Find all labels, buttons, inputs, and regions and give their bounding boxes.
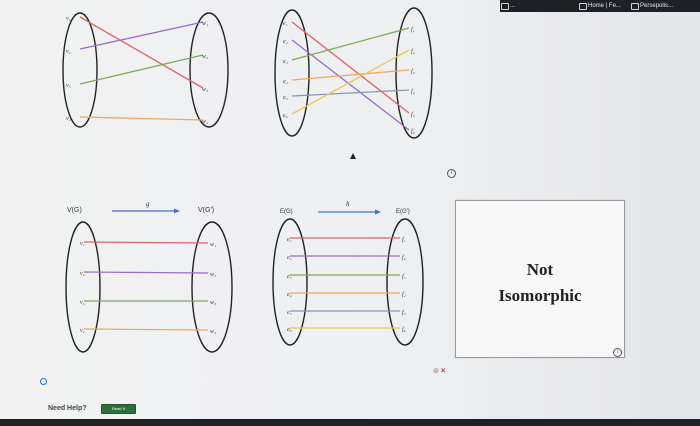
bottom-bar <box>0 419 700 426</box>
edge-label: f₁ <box>411 26 415 33</box>
vertex-label: v₂ <box>80 271 85 277</box>
info-icon[interactable]: i <box>613 348 622 357</box>
map-arrow-head <box>375 209 381 215</box>
vertex-label: v₃ <box>66 83 71 89</box>
info-icon[interactable]: i <box>447 169 456 178</box>
vertex-label: w₁ <box>202 21 208 27</box>
domain-ellipse <box>274 9 310 137</box>
edge-label: f₆ <box>402 326 406 333</box>
vertex-label: w₄ <box>210 329 216 335</box>
vertex-label: w₃ <box>210 300 216 306</box>
mapping-line <box>83 271 209 274</box>
read-it-button[interactable]: Read It <box>101 404 136 414</box>
edge-label: f₅ <box>411 111 415 118</box>
vertex-label: w₃ <box>202 87 208 93</box>
mouse-cursor-icon <box>350 153 356 159</box>
domain-label: V(G) <box>67 207 82 214</box>
edge-label: e₅ <box>287 310 292 316</box>
edge-label: e₄ <box>287 292 292 298</box>
bottom-left-diagram: V(G) g V(G′) v₁ v₂ v₃ v₄ w₁ w₂ w₃ w₄ <box>65 200 233 353</box>
edge-label: e₄ <box>283 79 288 85</box>
mapping-line <box>291 89 410 97</box>
incorrect-x-icon: × <box>440 366 446 375</box>
edge-label: e₁ <box>287 237 292 243</box>
edge-label: f₃ <box>402 273 406 280</box>
map-label: g <box>146 200 150 208</box>
vertex-label: w₁ <box>210 242 216 248</box>
mapping-line <box>291 49 410 115</box>
mapping-line <box>291 39 410 131</box>
status-indicator-icon: ⊘ <box>433 368 439 375</box>
top-left-diagram: v₁ v₂ v₃ v₄ w₁ w₂ w₃ w₄ <box>62 12 229 128</box>
vertex-label: v₄ <box>80 328 85 334</box>
edge-label: f₂ <box>402 254 406 261</box>
edge-label: f₄ <box>411 88 415 95</box>
mapping-line <box>83 241 209 244</box>
vertex-label: v₄ <box>66 116 71 122</box>
vertex-label: v₂ <box>66 49 71 55</box>
map-arrow-head <box>174 208 180 214</box>
answer-card[interactable]: Not Isomorphic <box>456 257 624 309</box>
edge-label: e₅ <box>283 95 288 101</box>
screen: ... Home | Fe... Persepolis... v₁ v₂ v₃ … <box>0 0 700 426</box>
vertex-label: v₁ <box>80 241 85 247</box>
top-right-diagram: e₁ e₂ e₃ e₄ e₅ e₆ f₁ f₂ f₃ f₄ f₅ f₆ <box>274 7 433 139</box>
edge-label: f₂ <box>411 48 415 55</box>
edge-label: e₆ <box>287 327 292 333</box>
domain-label: E(G) <box>280 209 293 215</box>
vertex-label: w₄ <box>202 119 208 125</box>
edge-label: f₆ <box>411 128 415 135</box>
answer-dropzone[interactable]: Not Isomorphic <box>455 200 625 358</box>
vertex-label: v₃ <box>80 300 85 306</box>
edge-label: f₁ <box>402 236 406 243</box>
mapping-line <box>79 54 204 85</box>
codomain-label: E(G′) <box>396 209 410 215</box>
answer-status: ⊘ × <box>433 366 446 375</box>
edge-label: f₅ <box>402 309 406 316</box>
mapping-line <box>79 21 204 50</box>
domain-ellipse <box>62 12 98 128</box>
vertex-label: w₂ <box>210 272 216 278</box>
codomain-ellipse <box>189 12 229 128</box>
edge-label: e₂ <box>287 255 292 261</box>
vertex-label: w₂ <box>202 54 208 60</box>
edge-label: e₂ <box>283 39 288 45</box>
edge-label: e₃ <box>283 59 288 65</box>
map-label: h <box>346 200 350 208</box>
edge-label: e₁ <box>283 21 288 27</box>
question-radio-button[interactable] <box>40 378 47 385</box>
edge-label: e₃ <box>287 274 292 280</box>
codomain-label: V(G′) <box>198 207 214 214</box>
edge-label: f₄ <box>402 291 406 298</box>
edge-label: e₆ <box>283 113 288 119</box>
vertex-label: v₁ <box>66 16 71 22</box>
answer-line-2: Isomorphic <box>498 286 582 305</box>
answer-line-1: Not <box>526 260 554 279</box>
need-help-label: Need Help? <box>48 405 87 412</box>
mapping-line <box>83 328 209 331</box>
mapping-line <box>79 116 204 121</box>
bottom-right-diagram: E(G) h E(G′) e₁ e₂ e₃ e₄ e₅ e₆ f₁ f₂ f₃ <box>272 200 424 346</box>
edge-label: f₃ <box>411 68 415 75</box>
mapping-line <box>79 16 204 89</box>
mapping-line <box>291 27 410 61</box>
